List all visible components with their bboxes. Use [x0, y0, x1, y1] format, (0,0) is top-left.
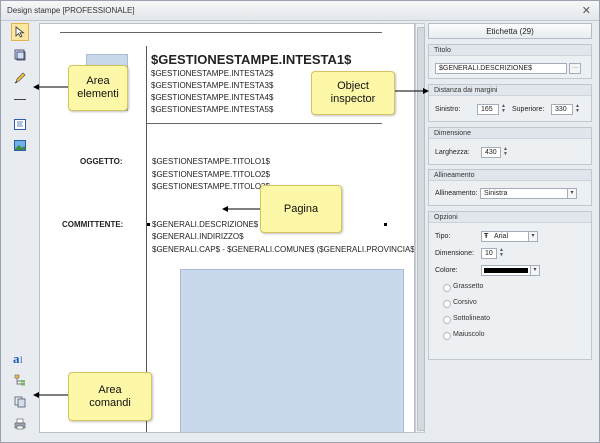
svg-text:l: l — [20, 355, 23, 365]
corsivo-checkbox[interactable] — [443, 300, 451, 308]
superiore-stepper[interactable]: ▲ ▼ — [574, 104, 581, 115]
print-icon[interactable] — [11, 415, 29, 433]
inspector-tab[interactable]: Etichetta (29) — [428, 23, 592, 39]
dimensione-font-stepper[interactable]: ▲ ▼ — [498, 248, 505, 259]
callout-area-elementi: Area elementi — [68, 65, 128, 111]
dimensione-group: Dimensione Larghezza: 430 ▲ ▼ — [428, 127, 592, 165]
titolo-field[interactable]: $GENERALI.DESCRIZIONE$ — [435, 63, 567, 74]
svg-text:a: a — [13, 351, 20, 365]
pointer-icon[interactable] — [11, 23, 29, 41]
committente-label: COMMITTENTE: — [62, 220, 124, 229]
committente-line-2[interactable]: $GENERALI.INDIRIZZO$ — [152, 232, 244, 241]
line-icon[interactable] — [14, 99, 26, 100]
header-line-5[interactable]: $GESTIONESTAMPE.INTESTA5$ — [151, 105, 273, 114]
callout-area-comandi: Area comandi — [68, 372, 152, 421]
tree-icon[interactable] — [11, 371, 29, 389]
maiuscolo-checkbox[interactable] — [443, 332, 451, 340]
grassetto-checkbox[interactable] — [443, 284, 451, 292]
callout-object-inspector: Object inspector — [311, 71, 395, 115]
grassetto-label: Grassetto — [453, 283, 484, 290]
image-icon[interactable] — [11, 136, 29, 154]
close-icon[interactable]: ✕ — [582, 4, 591, 17]
allineamento-select[interactable]: Sinistra — [480, 188, 568, 199]
tipo-label: Tipo: — [435, 233, 451, 240]
margini-group: Distanza dai margini Sinistro: 165 ▲ ▼ Su… — [428, 84, 592, 122]
dimensione-font-field[interactable]: 10 — [481, 248, 497, 259]
tipo-value: Arial — [494, 233, 509, 240]
dimensione-font-label: Dimensione: — [435, 250, 474, 257]
committente-line-3[interactable]: $GENERALI.CAP$ - $GENERALI.COMUNE$ ($GEN… — [152, 245, 414, 254]
sinistro-field[interactable]: 165 — [477, 104, 499, 115]
tipo-select[interactable]: Ŧ Arial — [481, 231, 529, 242]
opzioni-group: Opzioni Tipo: Ŧ Arial ▾ Dimensione: 10 ▲… — [428, 211, 592, 360]
vertical-scrollbar[interactable] — [415, 23, 425, 433]
maiuscolo-label: Maiuscolo — [453, 331, 485, 338]
titolo-group: Titolo $GENERALI.DESCRIZIONE$ ··· — [428, 44, 592, 79]
allineamento-header: Allineamento — [429, 170, 591, 181]
elements-toolbar: al — [9, 23, 31, 435]
header-line-4[interactable]: $GESTIONESTAMPE.INTESTA4$ — [151, 93, 273, 102]
corsivo-label: Corsivo — [453, 299, 477, 306]
larghezza-label: Larghezza: — [435, 149, 470, 156]
window-title: Design stampe [PROFESSIONALE] — [7, 6, 135, 15]
committente-line-1[interactable]: $GENERALI.DESCRIZIONE$ — [152, 220, 258, 229]
callout-pagina: Pagina — [260, 185, 342, 233]
margini-header: Distanza dai margini — [429, 85, 591, 96]
colore-picker[interactable] — [481, 265, 531, 276]
larghezza-stepper[interactable]: ▲ ▼ — [502, 147, 509, 158]
header-line-3[interactable]: $GESTIONESTAMPE.INTESTA3$ — [151, 81, 273, 90]
titolo-header: Titolo — [429, 45, 591, 56]
larghezza-field[interactable]: 430 — [481, 147, 501, 158]
dimensione-header: Dimensione — [429, 128, 591, 139]
titolo-line-1[interactable]: $GESTIONESTAMPE.TITOLO1$ — [152, 157, 270, 166]
selection-handle-right[interactable] — [384, 223, 387, 226]
header-title-field[interactable]: $GESTIONESTAMPE.INTESTA1$ — [151, 52, 351, 67]
pencil-icon[interactable] — [11, 69, 29, 87]
chevron-down-icon[interactable]: ▾ — [567, 188, 577, 199]
sottolineato-label: Sottolineato — [453, 315, 490, 322]
titolo-line-2[interactable]: $GESTIONESTAMPE.TITOLO2$ — [152, 170, 270, 179]
colore-chevron-icon[interactable]: ▾ — [530, 265, 540, 276]
titolo-line-3[interactable]: $GESTIONESTAMPE.TITOLO3$ — [152, 182, 270, 191]
font-icon[interactable]: al — [11, 349, 29, 367]
superiore-label: Superiore: — [512, 106, 545, 113]
text-field-icon[interactable] — [11, 115, 29, 133]
tipo-chevron-icon[interactable]: ▾ — [528, 231, 538, 242]
allineamento-label: Allineamento: — [435, 190, 478, 197]
sottolineato-checkbox[interactable] — [443, 316, 451, 324]
colore-label: Colore: — [435, 267, 458, 274]
allineamento-group: Allineamento Allineamento: Sinistra ▾ — [428, 169, 592, 206]
frame-icon[interactable] — [11, 46, 29, 64]
superiore-field[interactable]: 330 — [551, 104, 573, 115]
selection-handle-left[interactable] — [147, 223, 150, 226]
opzioni-header: Opzioni — [429, 212, 591, 223]
titolo-browse-button[interactable]: ··· — [569, 63, 581, 74]
oggetto-label: OGGETTO: — [80, 157, 123, 166]
title-bar: Design stampe [PROFESSIONALE] ✕ — [1, 1, 599, 21]
sinistro-label: Sinistro: — [435, 106, 461, 113]
top-margin-line — [60, 32, 382, 33]
copy-icon[interactable] — [11, 393, 29, 411]
font-type-icon: Ŧ — [484, 233, 489, 240]
content-placeholder[interactable] — [180, 269, 404, 432]
object-inspector-panel: Etichetta (29) Titolo $GENERALI.DESCRIZI… — [428, 23, 592, 434]
header-line-2[interactable]: $GESTIONESTAMPE.INTESTA2$ — [151, 69, 273, 78]
header-divider — [146, 123, 382, 124]
scrollbar-thumb[interactable] — [417, 27, 425, 431]
sinistro-stepper[interactable]: ▲ ▼ — [500, 104, 507, 115]
design-window: Design stampe [PROFESSIONALE] ✕ al $GEST… — [0, 0, 600, 443]
